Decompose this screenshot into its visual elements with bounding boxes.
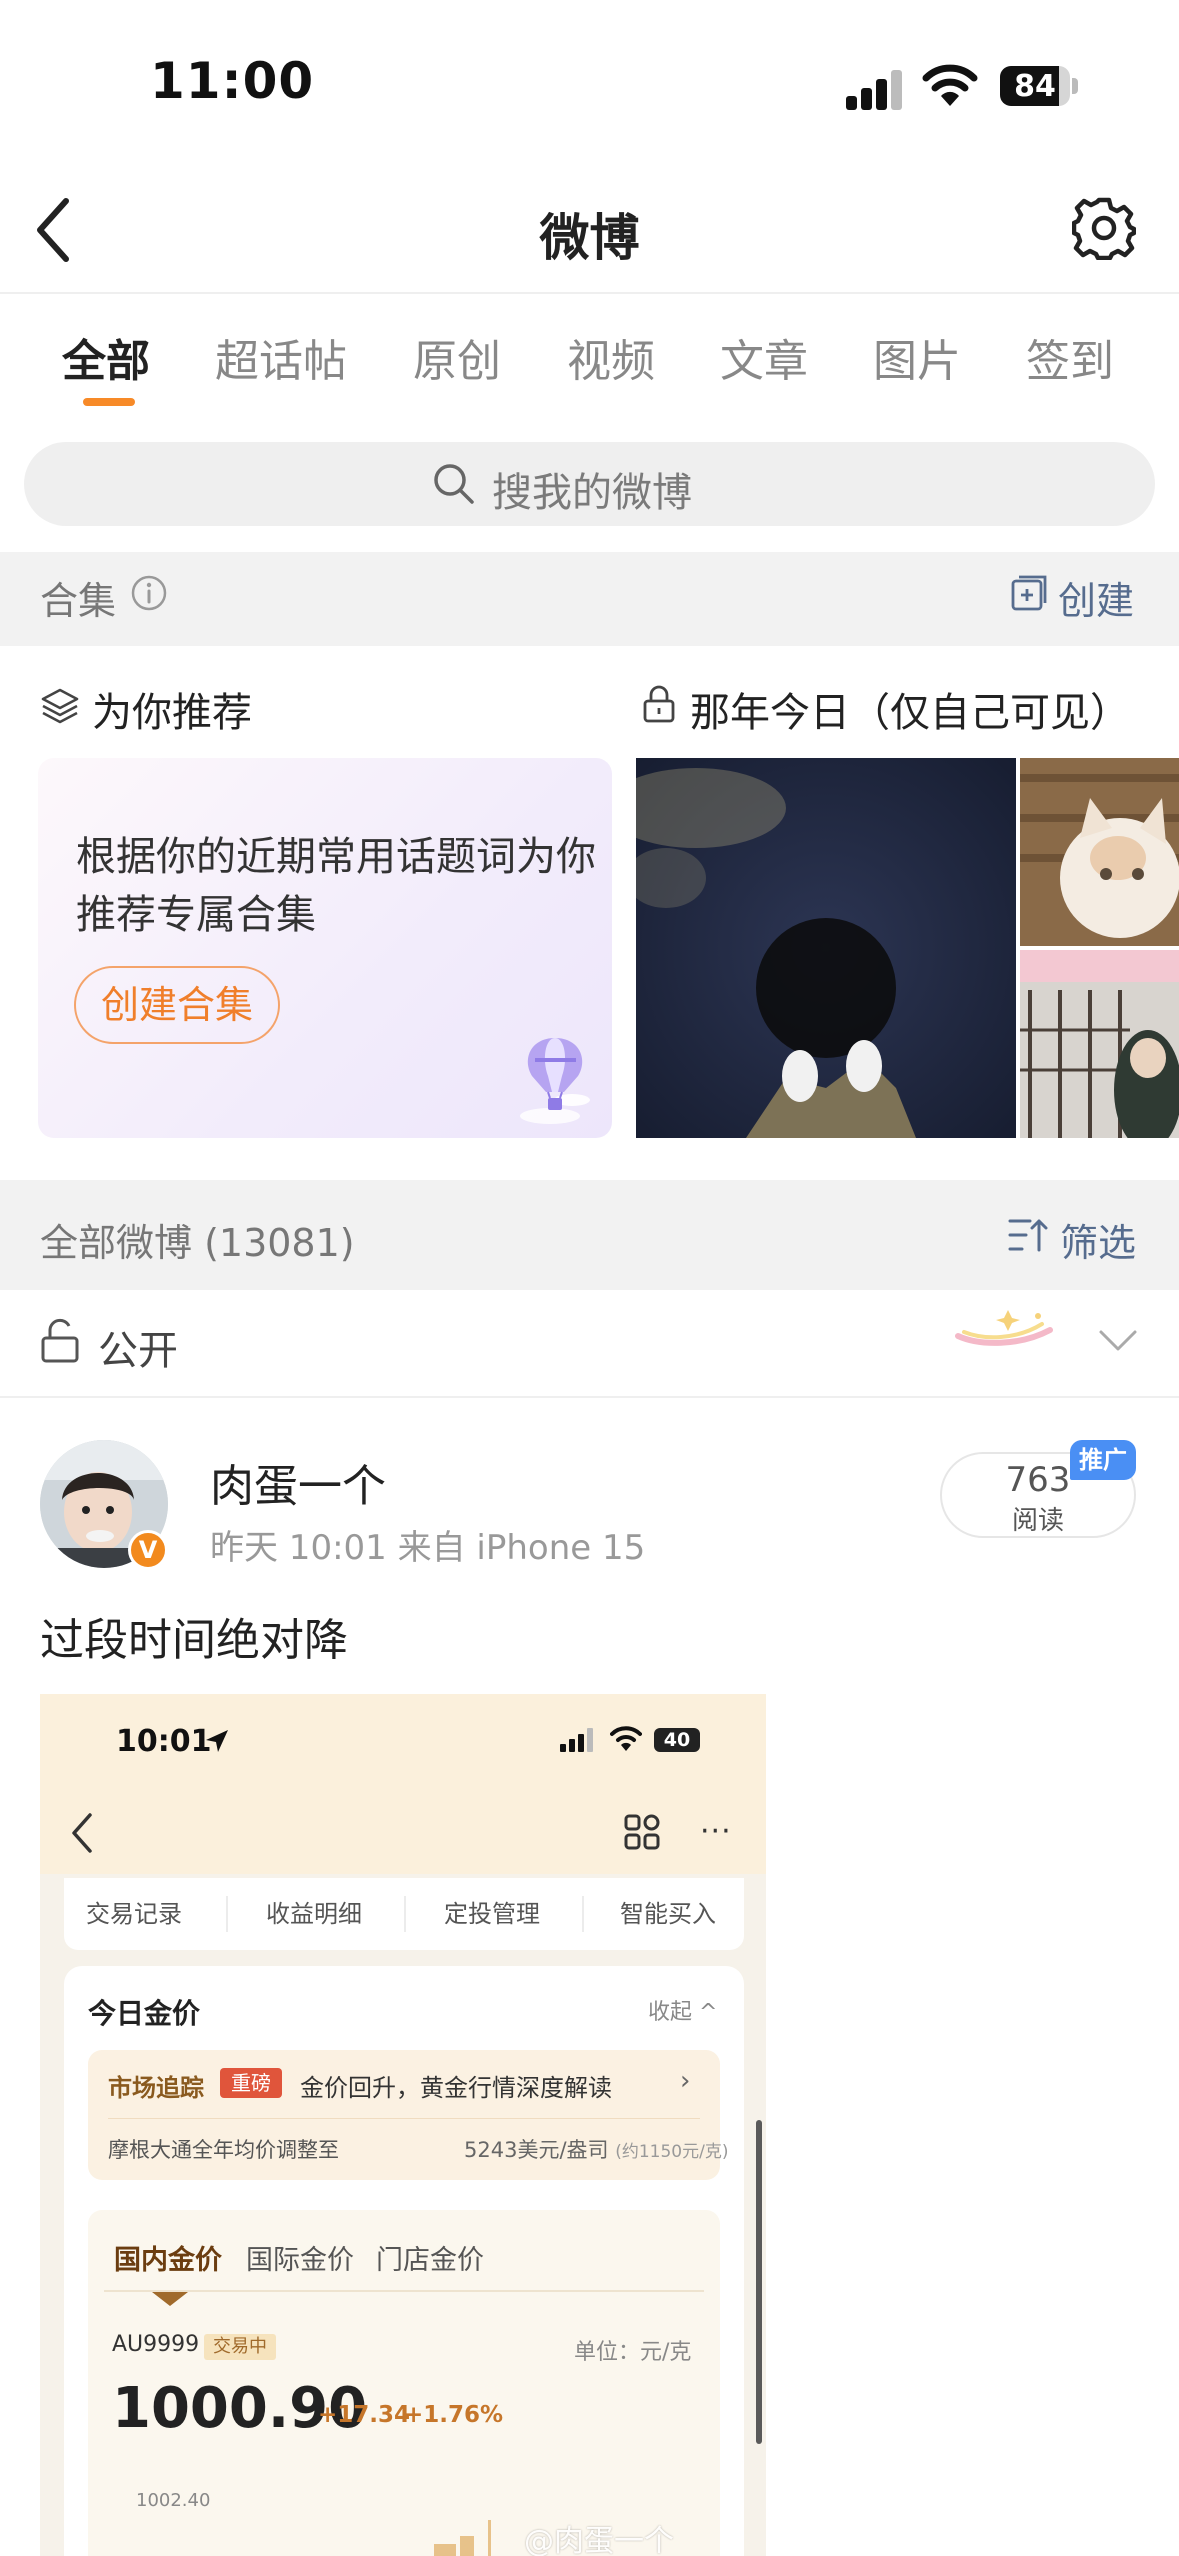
embedded-time: 10:01 <box>116 1724 212 1759</box>
info-icon[interactable] <box>130 574 168 612</box>
embedded-news-value-main: 5243美元/盎司 <box>464 2138 609 2162</box>
embedded-back-icon <box>72 1813 92 1853</box>
embedded-tab-indicator <box>152 2292 188 2306</box>
embedded-subnav-item: 交易记录 <box>86 1900 182 1928</box>
filter-icon[interactable] <box>1008 1216 1048 1254</box>
embedded-subnav-item: 定投管理 <box>444 1900 540 1928</box>
tab-article[interactable]: 文章 <box>720 325 808 389</box>
tab-original[interactable]: 原创 <box>413 325 501 389</box>
all-weibo-count: 全部微博 (13081) <box>40 1221 355 1265</box>
battery-level: 84 <box>1014 69 1056 104</box>
tab-all[interactable]: 全部 <box>62 325 150 389</box>
recommend-description: 根据你的近期常用话题词为你推荐专属合集 <box>76 834 596 938</box>
read-label: 阅读 <box>1011 1506 1064 1536</box>
location-arrow-icon <box>206 1730 228 1752</box>
wifi-icon <box>922 64 978 106</box>
filter-button[interactable]: 筛选 <box>1060 1212 1136 1267</box>
embedded-news-value-note: (约1150元/克) <box>615 2142 729 2162</box>
tab-image[interactable]: 图片 <box>873 325 961 389</box>
embedded-code: AU9999 <box>112 2332 200 2357</box>
embedded-card-title: 今日金价 <box>88 1997 201 2030</box>
memory-title: 那年今日（仅自己可见） <box>690 690 1130 736</box>
status-time: 11:00 <box>150 52 315 110</box>
embedded-tab-domestic: 国内金价 <box>114 2245 222 2276</box>
embedded-tab-divider <box>104 2290 704 2292</box>
collection-header <box>0 552 1179 646</box>
nav-divider <box>0 292 1179 294</box>
embedded-collapse: 收起 ^ <box>648 2000 718 2025</box>
post-meta: 昨天 10:01 来自 iPhone 15 <box>210 1528 646 1568</box>
embedded-wifi-icon <box>610 1726 642 1751</box>
hot-air-balloon-icon <box>520 1038 590 1124</box>
chevron-down-icon[interactable] <box>1098 1328 1138 1354</box>
lock-icon <box>643 685 675 723</box>
active-tab-indicator <box>83 398 135 406</box>
embedded-news-divider <box>108 2118 700 2119</box>
tab-video[interactable]: 视频 <box>567 325 655 389</box>
embedded-battery: 40 <box>654 1728 700 1752</box>
collection-label: 合集 <box>40 579 117 623</box>
search-icon <box>434 464 474 504</box>
embedded-chevron-right-icon: › <box>680 2066 691 2096</box>
embedded-subnav-item: 智能买入 <box>620 1900 716 1928</box>
author-name[interactable]: 肉蛋一个 <box>210 1450 386 1514</box>
embedded-news-value: 5243美元/盎司 (约1150元/克) <box>464 2134 728 2164</box>
battery-cap <box>1072 78 1078 94</box>
embedded-subnav-sep <box>226 1896 228 1932</box>
verified-badge: V <box>128 1530 168 1570</box>
embedded-news-sub: 摩根大通全年均价调整至 <box>108 2138 339 2162</box>
embedded-news-text: 金价回升，黄金行情深度解读 <box>300 2074 612 2102</box>
page-title: 微博 <box>539 209 640 267</box>
create-collection-icon[interactable] <box>1010 574 1048 612</box>
memory-photo-feet[interactable] <box>636 758 1016 1138</box>
embedded-trading-badge: 交易中 <box>204 2334 276 2360</box>
embedded-scrollbar <box>756 2120 762 2444</box>
battery-indicator: 84 <box>1000 66 1070 106</box>
embedded-tab-international: 国际金价 <box>246 2245 354 2276</box>
post-text: 过段时间绝对降 <box>40 1615 348 1666</box>
create-button[interactable]: 创建 <box>1058 570 1134 625</box>
embedded-subnav-sep <box>404 1896 406 1932</box>
create-collection-button[interactable]: 创建合集 <box>74 966 280 1044</box>
unlock-icon <box>41 1318 79 1363</box>
tab-super-topic[interactable]: 超话帖 <box>215 325 347 389</box>
cellular-signal-icon <box>846 68 904 110</box>
embedded-news-badge: 重磅 <box>220 2068 282 2098</box>
search-placeholder: 搜我的微博 <box>492 470 692 516</box>
embedded-more-icon: ··· <box>700 1814 732 1849</box>
sparkle-decoration-icon <box>955 1310 1053 1346</box>
embedded-news-tag: 市场追踪 <box>108 2074 204 2102</box>
image-watermark: @肉蛋一个 <box>524 2524 674 2556</box>
post-image[interactable]: 10:01 40 ··· 交易记录 收益明细 定投管理 智能买入 今日金价 收起… <box>40 1694 766 2556</box>
embedded-subnav-item: 收益明细 <box>266 1900 362 1928</box>
visibility-label[interactable]: 公开 <box>98 1318 178 1376</box>
embedded-grid-icon <box>624 1814 660 1850</box>
tab-checkin[interactable]: 签到 <box>1026 325 1114 389</box>
embedded-axis-label: 1002.40 <box>136 2490 211 2511</box>
memory-photo-cat[interactable] <box>1020 758 1179 946</box>
gear-icon[interactable] <box>1072 196 1136 260</box>
row-divider <box>0 1396 1179 1398</box>
embedded-signal-icon <box>560 1728 593 1752</box>
embedded-subnav-sep <box>582 1896 584 1932</box>
layers-icon <box>41 688 79 724</box>
promo-badge: 推广 <box>1070 1440 1136 1480</box>
embedded-tab-store: 门店金价 <box>376 2245 484 2276</box>
embedded-change: +17.34 <box>318 2402 411 2428</box>
recommend-title: 为你推荐 <box>92 690 252 736</box>
embedded-unit: 单位：元/克 <box>574 2340 692 2365</box>
memory-photo-drama[interactable] <box>1020 950 1179 1138</box>
embedded-percent: +1.76% <box>404 2402 504 2428</box>
